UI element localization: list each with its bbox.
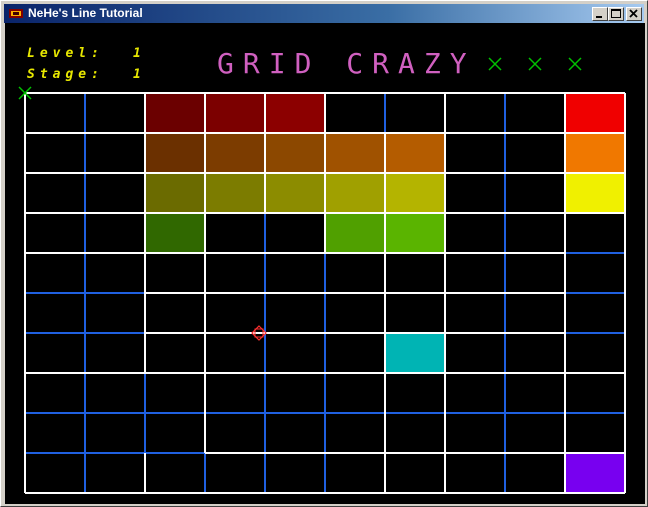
game-title: GRID CRAZY (217, 47, 476, 80)
filled-cell (205, 133, 265, 173)
filled-cell (265, 173, 325, 213)
filled-cell (145, 93, 205, 133)
minimize-icon (596, 16, 602, 18)
maximize-button[interactable] (608, 7, 624, 21)
game-viewport[interactable]: Level: 1 Stage: 1 GRID CRAZY (5, 23, 645, 504)
filled-cell (145, 213, 205, 253)
filled-cell (565, 453, 625, 493)
filled-cell (205, 173, 265, 213)
filled-cell (205, 93, 265, 133)
title-bar[interactable]: NeHe's Line Tutorial (4, 4, 644, 23)
filled-cell (265, 133, 325, 173)
filled-cell (265, 93, 325, 133)
filled-cell (565, 133, 625, 173)
app-window: NeHe's Line Tutorial Level: 1 Stage: 1 G… (0, 0, 648, 507)
filled-cell (385, 133, 445, 173)
filled-cell (145, 173, 205, 213)
filled-cell (325, 213, 385, 253)
filled-cell (325, 133, 385, 173)
filled-cell (385, 173, 445, 213)
stage-value: 1 (133, 67, 141, 82)
window-title: NeHe's Line Tutorial (28, 6, 143, 20)
filled-cell (325, 173, 385, 213)
lives-indicator (488, 57, 582, 71)
filled-cell (385, 333, 445, 373)
maximize-icon (611, 9, 621, 18)
filled-cell (565, 93, 625, 133)
filled-cell (385, 213, 445, 253)
stage-label: Stage: (27, 67, 104, 82)
level-value: 1 (133, 46, 141, 61)
level-label: Level: (27, 46, 104, 61)
filled-cell (565, 173, 625, 213)
life-marker-icon (528, 57, 542, 71)
grid-lines-layer (24, 92, 626, 494)
life-marker-icon (568, 57, 582, 71)
close-button[interactable] (626, 7, 642, 21)
game-scene[interactable]: Level: 1 Stage: 1 GRID CRAZY (5, 23, 645, 504)
life-marker-icon (488, 57, 502, 71)
opengl-app-icon (9, 9, 23, 18)
minimize-button[interactable] (592, 7, 608, 21)
close-icon (629, 9, 638, 18)
filled-cell (145, 133, 205, 173)
